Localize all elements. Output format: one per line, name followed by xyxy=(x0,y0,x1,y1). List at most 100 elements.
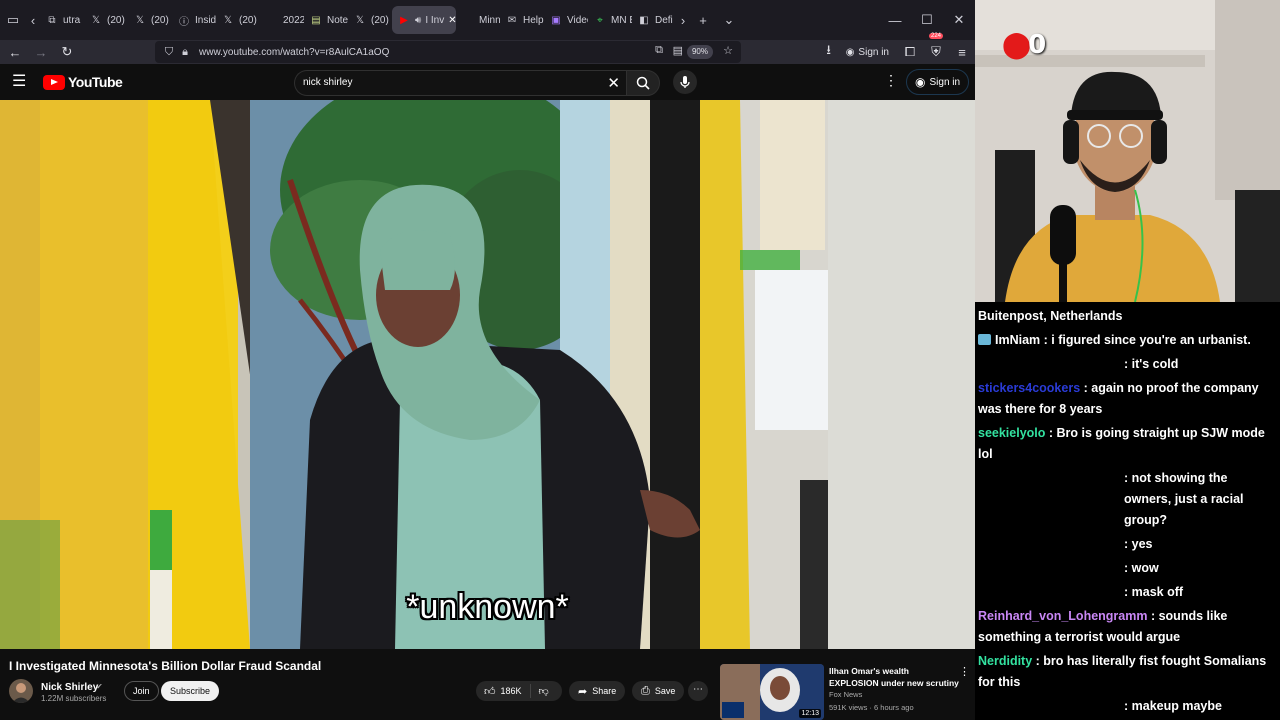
guide-menu-icon[interactable]: ☰ xyxy=(12,73,28,91)
youtube-sign-in-button[interactable]: ◉ Sign in xyxy=(906,69,970,95)
recommended-video-channel[interactable]: Fox News xyxy=(829,690,862,699)
chat-message: seekielyolo : Bro is going straight up S… xyxy=(978,423,1276,465)
account-sign-in[interactable]: ◉ Sign in xyxy=(846,47,889,58)
video-player[interactable]: *unknown* xyxy=(0,100,975,649)
tab-scroll-right-icon[interactable]: › xyxy=(676,6,690,34)
more-actions-icon[interactable]: ⋯ xyxy=(688,681,708,701)
chat-message: stickers4cookers : again no proof the co… xyxy=(978,378,1276,420)
reload-icon[interactable]: ↻ xyxy=(54,40,80,64)
forward-icon[interactable]: → xyxy=(28,40,54,64)
chat-username[interactable]: Nerdidity xyxy=(978,654,1032,668)
url-text[interactable]: www.youtube.com/watch?v=r8AulCA1aOQ xyxy=(199,47,389,58)
tab-overview-icon[interactable]: ▭ xyxy=(0,6,26,34)
recommended-video-title[interactable]: Ilhan Omar's wealth EXPLOSION under new … xyxy=(829,665,959,689)
chat-text: Buitenpost, Netherlands xyxy=(978,309,1123,323)
browser-tab[interactable]: Minne xyxy=(456,6,500,34)
browser-tab[interactable]: ▤ Notep xyxy=(304,6,348,34)
join-button[interactable]: Join xyxy=(124,681,159,701)
subscribe-button[interactable]: Subscribe xyxy=(161,681,220,701)
verified-icon: ✔︎ xyxy=(96,682,103,691)
chat-text: makeup maybe xyxy=(1131,699,1222,713)
browser-tab[interactable]: ▶ 🔊︎ I Inv ✕ xyxy=(392,6,456,34)
bookmark-star-icon[interactable]: ☆ xyxy=(723,44,733,57)
close-window-icon[interactable]: ✕ xyxy=(943,0,975,40)
chat-text: it's cold xyxy=(1131,357,1179,371)
video-caption: *unknown* xyxy=(406,588,569,626)
browser-tab[interactable]: ✉ Help xyxy=(500,6,544,34)
account-sign-in-label: Sign in xyxy=(858,46,889,58)
video-info-bar: I Investigated Minnesota's Billion Dolla… xyxy=(0,649,975,720)
stream-counter-value: 0 xyxy=(1028,30,1047,60)
reader-view-icon[interactable]: ▤ xyxy=(673,44,683,57)
chat-separator: : xyxy=(1124,471,1132,485)
browser-tab-label: 2022 I xyxy=(283,14,304,26)
browser-tab[interactable]: 𝕏 (20) R xyxy=(348,6,392,34)
picture-in-picture-icon[interactable]: ⧉ xyxy=(655,44,663,57)
tab-strip: ⧉utra𝕏(20) E𝕏(20) MⓘInside𝕏(20) E2022 I▤… xyxy=(40,6,676,34)
chat-username[interactable]: Reinhard_von_Lohengramm xyxy=(978,609,1147,623)
chat-separator: : xyxy=(1040,333,1052,347)
browser-tab-label: I Inv xyxy=(425,14,445,26)
account-circle-icon: ◉ xyxy=(915,75,926,89)
dislike-button[interactable]: 👎︎ xyxy=(531,685,557,697)
recommended-video-thumbnail[interactable]: 12:13 xyxy=(720,664,824,720)
youtube-icon: ▶ xyxy=(400,14,408,26)
tab-bar: ▭ ‹ ⧉ utra 𝕏 (20) E 𝕏 (20) M ⓘ Inside 𝕏 (20) E 202… xyxy=(0,0,975,40)
browser-tab-label: Inside xyxy=(195,14,216,26)
x-logo-icon: 𝕏 xyxy=(355,14,365,26)
browser-tab-label: Notep xyxy=(327,14,348,26)
zoom-level[interactable]: 90% xyxy=(686,45,713,59)
shield-icon[interactable]: ⛉ xyxy=(161,46,177,59)
chat-username[interactable]: seekielyolo xyxy=(978,426,1045,440)
browser-tab[interactable]: 𝕏 (20) E xyxy=(216,6,260,34)
app-menu-icon[interactable]: ≡ xyxy=(949,40,975,64)
settings-more-icon[interactable]: ⋮ xyxy=(884,72,898,89)
chat-username[interactable]: stickers4cookers xyxy=(978,381,1080,395)
save-button[interactable]: ⎙ Save xyxy=(632,681,685,701)
minimize-icon[interactable]: — xyxy=(879,0,911,40)
browser-tab[interactable]: 𝕏 (20) M xyxy=(128,6,172,34)
browser-tab-label: (20) E xyxy=(239,14,260,26)
browser-tab[interactable]: ▣ Video xyxy=(544,6,588,34)
speaker-icon[interactable]: 🔊︎ xyxy=(415,15,421,26)
ublock-extension-icon[interactable]: ⛨ 224 xyxy=(923,33,949,64)
stream-counter-badge: ⬤ 0 xyxy=(1002,30,1046,60)
notepad-icon: ▤ xyxy=(311,14,321,26)
tab-list-chevron-icon[interactable]: ⌄ xyxy=(716,6,742,34)
browser-tab[interactable]: ⧉ utra xyxy=(40,6,84,34)
channel-name[interactable]: Nick Shirley xyxy=(41,682,98,693)
clear-search-icon[interactable]: ✕ xyxy=(607,74,620,92)
lock-icon[interactable]: 🔒︎ xyxy=(177,46,193,59)
chat-message: : mask off xyxy=(978,582,1276,603)
back-icon[interactable]: ← xyxy=(2,40,28,64)
search-button[interactable] xyxy=(626,70,660,96)
browser-tab[interactable]: 𝕏 (20) E xyxy=(84,6,128,34)
channel-avatar[interactable] xyxy=(9,679,33,703)
voice-search-button[interactable] xyxy=(673,70,697,94)
browser-tab[interactable]: ⓘ Inside xyxy=(172,6,216,34)
tab-scroll-left-icon[interactable]: ‹ xyxy=(26,6,40,34)
share-icon: ➦ xyxy=(578,685,588,698)
youtube-sign-in-label: Sign in xyxy=(929,76,961,88)
search-query-text[interactable]: nick shirley xyxy=(303,77,352,88)
chat-username[interactable]: ImNiam xyxy=(995,333,1040,347)
url-bar[interactable]: ⛉ 🔒︎ www.youtube.com/watch?v=r8AulCA1aOQ… xyxy=(155,41,741,63)
like-button[interactable]: 👍︎ 186K xyxy=(476,684,531,698)
browser-tab[interactable]: ⌖ MN B xyxy=(588,6,632,34)
chat-message: Buitenpost, Netherlands xyxy=(978,306,1276,327)
recommended-video-menu-icon[interactable]: ⋮ xyxy=(959,665,970,678)
downloads-icon[interactable]: ⭳ xyxy=(816,40,842,64)
chat-separator: : xyxy=(1045,426,1057,440)
close-tab-icon[interactable]: ✕ xyxy=(448,15,456,26)
browser-tab[interactable]: 2022 I xyxy=(260,6,304,34)
extensions-icon[interactable]: ⧠ xyxy=(897,40,923,64)
browser-window: ▭ ‹ ⧉ utra 𝕏 (20) E 𝕏 (20) M ⓘ Inside 𝕏 (20) E 202… xyxy=(0,0,975,720)
new-tab-icon[interactable]: + xyxy=(690,6,716,34)
search-input[interactable]: nick shirley ✕ xyxy=(294,70,626,96)
search-icon xyxy=(636,76,650,90)
chat-text: not showing the owners, just a racial gr… xyxy=(1124,471,1244,527)
share-button[interactable]: ➦ Share xyxy=(569,681,626,701)
browser-tab[interactable]: ◧ Defi xyxy=(632,6,676,34)
youtube-logo[interactable]: YouTube xyxy=(43,74,123,90)
browser-tab-label: utra xyxy=(63,14,81,26)
